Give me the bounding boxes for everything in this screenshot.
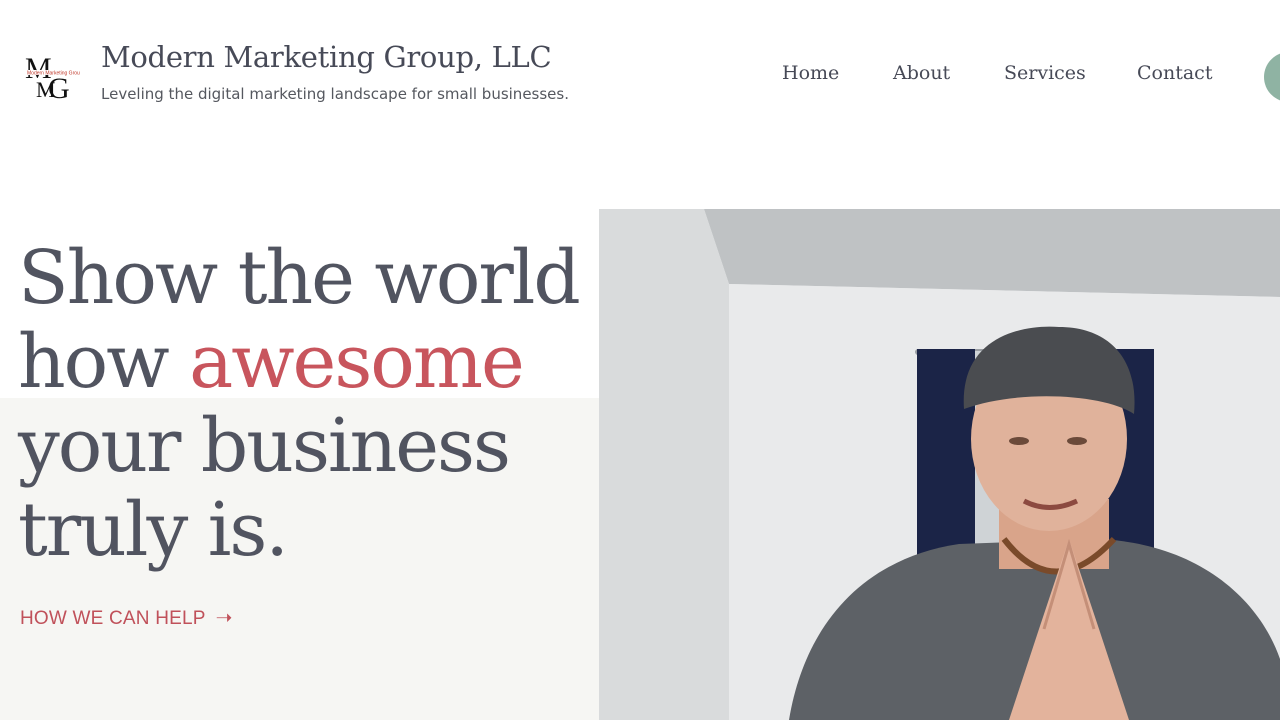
hero-heading: Show the world how awesome your business tr… bbox=[18, 235, 581, 573]
nav-item-contact[interactable]: Contact bbox=[1137, 62, 1212, 84]
hero-line-3: your business bbox=[18, 403, 511, 489]
page: M G M Modern Marketing Group Modern Mark… bbox=[0, 0, 1280, 720]
hero-line-2-prefix: how bbox=[18, 319, 190, 405]
site-header: M G M Modern Marketing Group Modern Mark… bbox=[0, 0, 1280, 150]
man-speaking-video-thumbnail bbox=[599, 209, 1280, 720]
arrow-right-icon: ➝ bbox=[215, 607, 233, 629]
nav-item-home[interactable]: Home bbox=[782, 62, 839, 84]
how-we-can-help-link[interactable]: HOW WE CAN HELP ➝ bbox=[20, 605, 233, 630]
hero-video[interactable] bbox=[599, 209, 1280, 720]
nav-item-services[interactable]: Services bbox=[1004, 62, 1086, 84]
hero-line-4: truly is. bbox=[18, 487, 289, 573]
hero-accent-word: awesome bbox=[189, 319, 525, 405]
how-we-can-help-label: HOW WE CAN HELP bbox=[20, 608, 206, 629]
hero-line-1: Show the world bbox=[18, 235, 581, 321]
header-cta-button[interactable] bbox=[1264, 52, 1280, 102]
main-nav: Home About Services Contact bbox=[0, 62, 1280, 92]
nav-item-about[interactable]: About bbox=[893, 62, 950, 84]
